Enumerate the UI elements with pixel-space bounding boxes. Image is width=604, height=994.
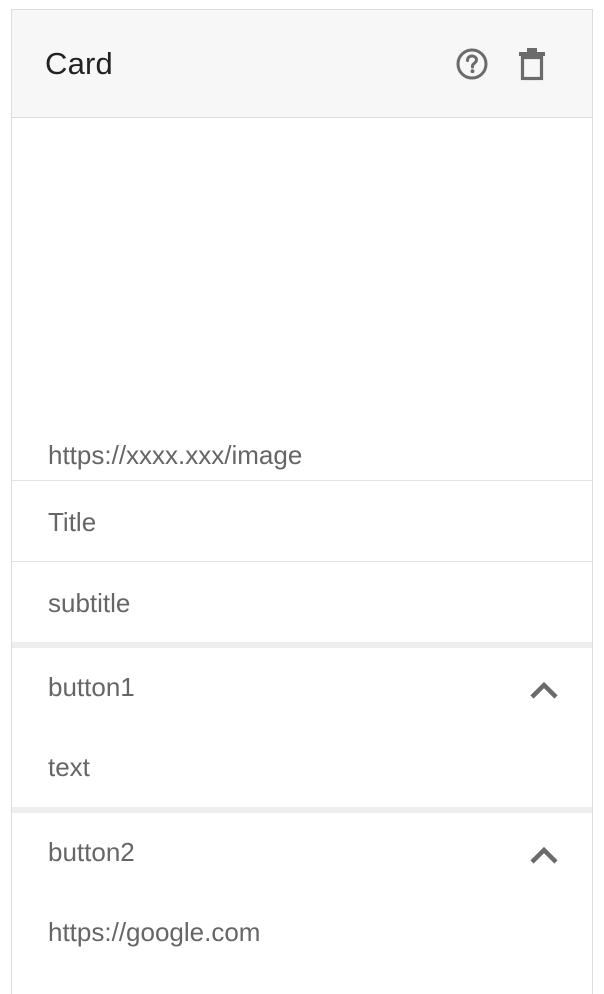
collapse-button-1[interactable] (526, 678, 562, 702)
help-button[interactable] (452, 44, 492, 84)
subtitle-field[interactable]: subtitle (48, 588, 130, 619)
subtitle-row: subtitle (12, 561, 592, 642)
title-row: Title (12, 480, 592, 561)
card-header: Card (12, 10, 592, 118)
chevron-up-icon (530, 681, 558, 699)
button-section-2: button2 https://google.com (12, 813, 592, 972)
button-value-field[interactable]: text (48, 752, 90, 783)
button-label-field[interactable]: button2 (48, 837, 135, 868)
button-label-field[interactable]: button1 (48, 672, 135, 703)
chevron-up-icon (530, 846, 558, 864)
image-url-field[interactable]: https://xxxx.xxx/image (48, 440, 302, 471)
title-field[interactable]: Title (48, 507, 96, 538)
card-panel: Card https://xxxx.xxx/image Title subtit… (11, 9, 593, 994)
button-section-1: button1 text (12, 648, 592, 807)
button-value-field[interactable]: https://google.com (48, 917, 260, 948)
card-title: Card (45, 46, 113, 81)
image-preview: https://xxxx.xxx/image (12, 118, 592, 470)
trash-icon (519, 48, 545, 81)
help-circle-icon (456, 48, 488, 80)
delete-button[interactable] (512, 44, 552, 84)
collapse-button-2[interactable] (526, 843, 562, 867)
